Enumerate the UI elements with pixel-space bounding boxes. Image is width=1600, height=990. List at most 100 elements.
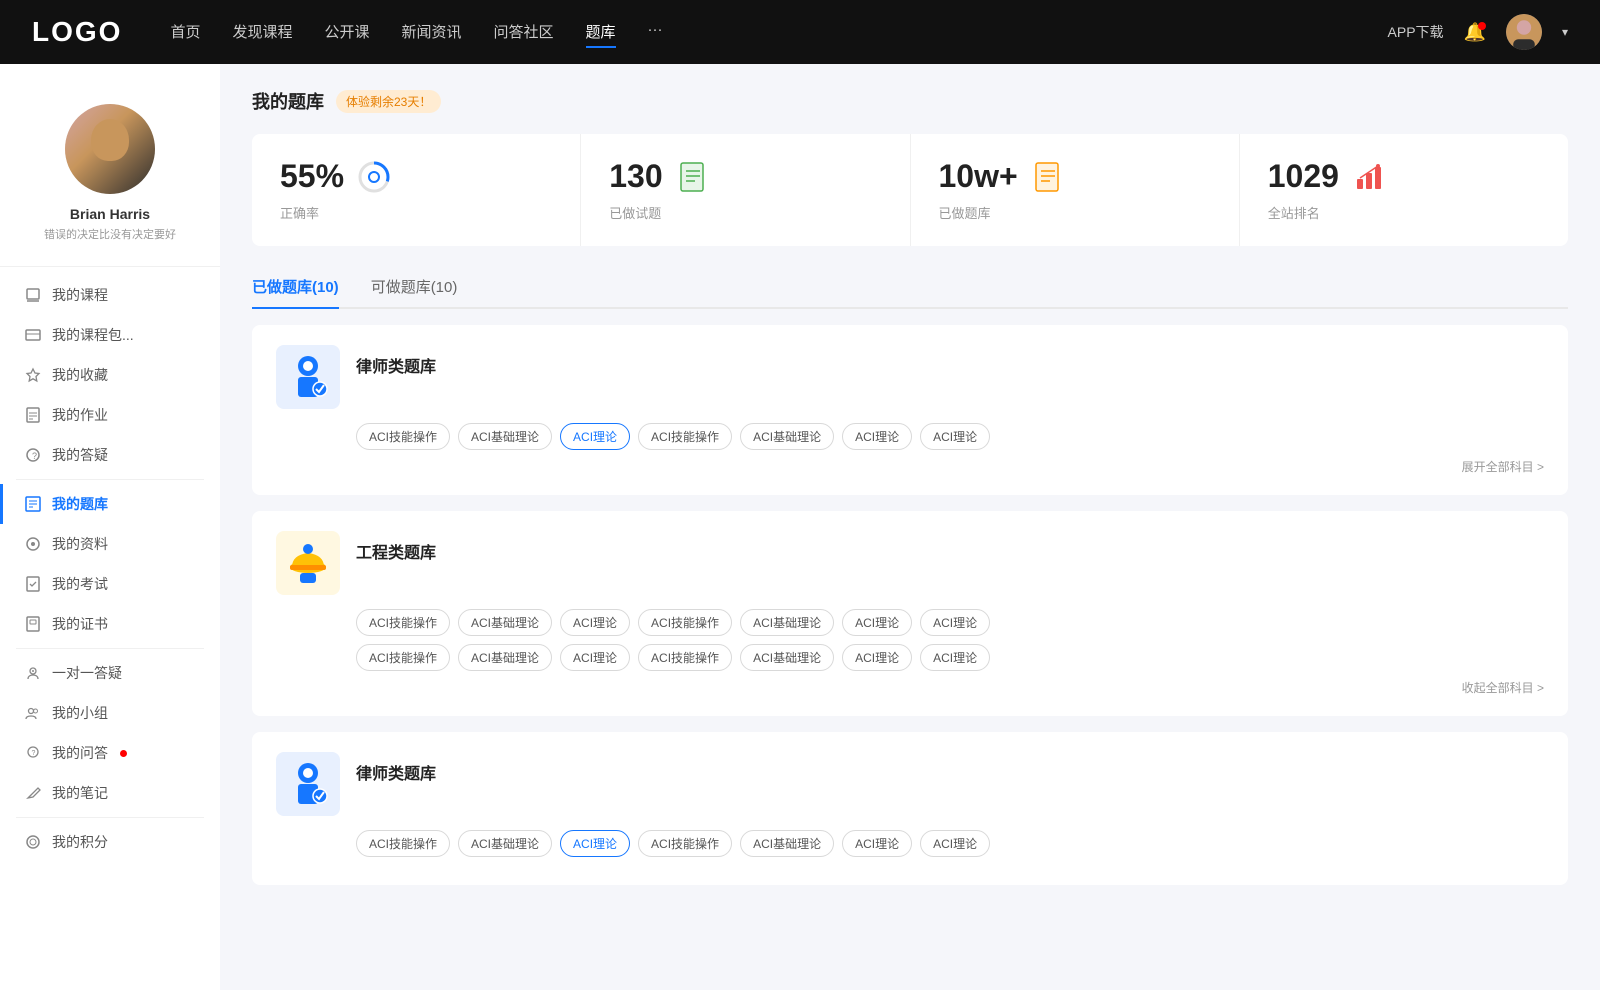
qbank-icon-lawyer1 — [276, 345, 340, 409]
qbank-icon-lawyer2 — [276, 752, 340, 816]
nav-mooc[interactable]: 公开课 — [324, 17, 369, 48]
sidebar-label-favorites: 我的收藏 — [52, 365, 108, 385]
tag-item[interactable]: ACI技能操作 — [356, 644, 450, 671]
favorites-icon — [24, 366, 42, 384]
tag-item[interactable]: ACI理论 — [842, 423, 912, 450]
sidebar-item-points[interactable]: 我的积分 — [0, 822, 220, 862]
tag-item[interactable]: ACI基础理论 — [740, 423, 834, 450]
sidebar-item-course-pkg[interactable]: 我的课程包... — [0, 315, 220, 355]
myqa-badge — [120, 750, 127, 757]
sidebar-label-tutor: 一对一答疑 — [52, 663, 122, 683]
tag-item[interactable]: ACI技能操作 — [356, 830, 450, 857]
logo[interactable]: LOGO — [32, 16, 122, 48]
tag-item[interactable]: ACI技能操作 — [638, 423, 732, 450]
sidebar-label-myqa: 我的问答 — [52, 743, 108, 763]
tag-item[interactable]: ACI基础理论 — [458, 830, 552, 857]
qbank-tags-eng-row1: ACI技能操作 ACI基础理论 ACI理论 ACI技能操作 ACI基础理论 ACI理论 AC… — [356, 609, 1544, 636]
tag-item[interactable]: ACI理论 — [560, 830, 630, 857]
nav-qa[interactable]: 问答社区 — [494, 17, 554, 48]
stats-row: 55% 正确率 130 — [252, 134, 1568, 246]
user-name: Brian Harris — [70, 206, 150, 222]
qbank-icon-engineering — [276, 531, 340, 595]
tag-item[interactable]: ACI理论 — [560, 644, 630, 671]
tag-item[interactable]: ACI理论 — [842, 830, 912, 857]
tag-item[interactable]: ACI基础理论 — [740, 609, 834, 636]
qbank-icon — [24, 495, 42, 513]
notification-dot — [1478, 22, 1486, 30]
tag-item[interactable]: ACI技能操作 — [638, 644, 732, 671]
sidebar-divider-1 — [16, 479, 204, 480]
tag-item[interactable]: ACI理论 — [920, 609, 990, 636]
trial-badge: 体验剩余23天！ — [336, 90, 441, 113]
stat-accuracy-label: 正确率 — [280, 203, 552, 222]
tag-item[interactable]: ACI技能操作 — [638, 830, 732, 857]
tag-item[interactable]: ACI理论 — [920, 423, 990, 450]
page-title: 我的题库 — [252, 88, 324, 114]
qbank-title-lawyer2: 律师类题库 — [356, 752, 436, 784]
sidebar-item-exam[interactable]: 我的考试 — [0, 564, 220, 604]
tag-item[interactable]: ACI技能操作 — [638, 609, 732, 636]
sidebar: Brian Harris 错误的决定比没有决定要好 我的课程 我的课程包... — [0, 64, 220, 990]
sidebar-item-cert[interactable]: 我的证书 — [0, 604, 220, 644]
sidebar-label-points: 我的积分 — [52, 832, 108, 852]
tag-item[interactable]: ACI理论 — [842, 644, 912, 671]
tab-todo[interactable]: 可做题库(10) — [371, 266, 458, 307]
sidebar-item-notes[interactable]: 我的笔记 — [0, 773, 220, 813]
expand-lawyer1[interactable]: 展开全部科目 > — [276, 458, 1544, 475]
nav-more[interactable]: ··· — [648, 17, 663, 48]
tag-item[interactable]: ACI理论 — [560, 609, 630, 636]
tag-item[interactable]: ACI基础理论 — [740, 644, 834, 671]
stat-rank: 1029 全站排名 — [1240, 134, 1568, 246]
nav-links: 首页 发现课程 公开课 新闻资讯 问答社区 题库 ··· — [170, 17, 1387, 48]
nav-home[interactable]: 首页 — [170, 17, 200, 48]
user-motto: 错误的决定比没有决定要好 — [44, 226, 176, 242]
tag-item[interactable]: ACI基础理论 — [458, 423, 552, 450]
user-menu-chevron[interactable]: ▾ — [1562, 25, 1568, 39]
sidebar-label-homework: 我的作业 — [52, 405, 108, 425]
nav-news[interactable]: 新闻资讯 — [402, 17, 462, 48]
exam-icon — [24, 575, 42, 593]
tag-item[interactable]: ACI基础理论 — [458, 644, 552, 671]
stat-rank-value: 1029 — [1268, 158, 1339, 195]
nav-qbank[interactable]: 题库 — [586, 17, 616, 48]
stat-dq-label: 已做试题 — [609, 203, 881, 222]
qbank-card-lawyer2: 律师类题库 ACI技能操作ACI基础理论ACI理论ACI技能操作ACI基础理论A… — [252, 732, 1568, 885]
answers-icon: ? — [24, 446, 42, 464]
sidebar-item-myqa[interactable]: ? 我的问答 — [0, 733, 220, 773]
sidebar-label-answers: 我的答疑 — [52, 445, 108, 465]
stat-accuracy-value: 55% — [280, 158, 344, 195]
page-header: 我的题库 体验剩余23天！ — [252, 88, 1568, 114]
course-pkg-icon — [24, 326, 42, 344]
sidebar-item-tutor[interactable]: 一对一答疑 — [0, 653, 220, 693]
tab-done[interactable]: 已做题库(10) — [252, 266, 339, 307]
tag-item[interactable]: ACI理论 — [842, 609, 912, 636]
notification-bell[interactable]: 🔔 — [1464, 22, 1486, 43]
sidebar-item-homework[interactable]: 我的作业 — [0, 395, 220, 435]
data-icon — [24, 535, 42, 553]
user-avatar-nav[interactable] — [1506, 14, 1542, 50]
tag-item[interactable]: ACI理论 — [560, 423, 630, 450]
sidebar-item-data[interactable]: 我的资料 — [0, 524, 220, 564]
qbank-tags-lawyer2: ACI技能操作 ACI基础理论 ACI理论 ACI技能操作 ACI基础理论 ACI理论 AC… — [356, 830, 1544, 857]
sidebar-item-course[interactable]: 我的课程 — [0, 275, 220, 315]
sidebar-item-group[interactable]: 我的小组 — [0, 693, 220, 733]
sidebar-item-answers[interactable]: ? 我的答疑 — [0, 435, 220, 475]
stat-rank-label: 全站排名 — [1268, 203, 1540, 222]
app-download-button[interactable]: APP下载 — [1388, 22, 1444, 42]
tag-item[interactable]: ACI理论 — [920, 644, 990, 671]
tag-item[interactable]: ACI基础理论 — [458, 609, 552, 636]
tag-item[interactable]: ACI基础理论 — [740, 830, 834, 857]
nav-discover[interactable]: 发现课程 — [232, 17, 292, 48]
sidebar-item-qbank[interactable]: 我的题库 — [0, 484, 220, 524]
tag-item[interactable]: ACI技能操作 — [356, 423, 450, 450]
qbank-card-lawyer1: 律师类题库 ACI技能操作 ACI基础理论 ACI理论 ACI技能操作 ACI基础理论 A… — [252, 325, 1568, 495]
sidebar-item-favorites[interactable]: 我的收藏 — [0, 355, 220, 395]
tag-item[interactable]: ACI理论 — [920, 830, 990, 857]
course-icon — [24, 286, 42, 304]
tag-item[interactable]: ACI技能操作 — [356, 609, 450, 636]
stat-dq-value: 130 — [609, 158, 662, 195]
qbank-header-lawyer1: 律师类题库 — [276, 345, 1544, 409]
doc-green-icon — [675, 159, 711, 195]
sidebar-menu: 我的课程 我的课程包... 我的收藏 我的作业 — [0, 267, 220, 870]
collapse-engineering[interactable]: 收起全部科目 > — [276, 679, 1544, 696]
